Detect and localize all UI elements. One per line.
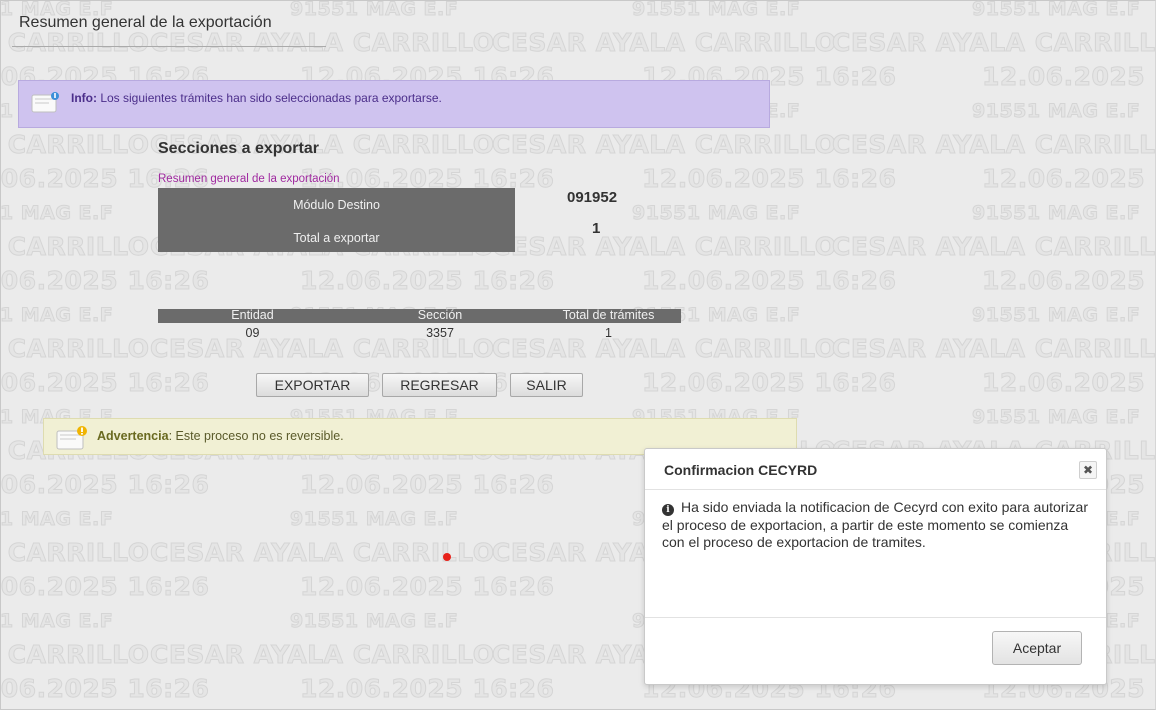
warning-message: Advertencia: Este proceso no es reversib… (97, 429, 344, 443)
column-header-seccion: Sección (417, 308, 463, 322)
page-title: Resumen general de la exportación (19, 14, 272, 31)
info-label: Info: (71, 91, 97, 105)
warning-label: Advertencia (97, 429, 169, 443)
summary-link[interactable]: Resumen general de la exportación (158, 173, 340, 185)
exportar-button[interactable]: EXPORTAR (256, 373, 369, 397)
dialog-message: i Ha sido enviada la notificacion de Cecy… (662, 499, 1094, 552)
total-exportar-label: Total a exportar (293, 231, 380, 245)
modulo-destino-value: 091952 (567, 189, 618, 206)
title-underline (12, 46, 326, 47)
table-cell-entidad: 09 (245, 326, 260, 340)
dialog-footer-divider (645, 617, 1106, 618)
cursor-marker (443, 553, 451, 561)
column-header-entidad: Entidad (231, 308, 274, 322)
dialog-message-text: Ha sido enviada la notificacion de Cecyr… (662, 499, 1089, 550)
table-header: Entidad Sección Total de trámites (158, 308, 681, 323)
dialog-header: Confirmacion CECYRD ✖ (645, 449, 1106, 490)
info-message: Info: Los siguientes trámites han sido s… (71, 91, 442, 105)
modulo-destino-label: Módulo Destino (293, 198, 380, 212)
speech-bubble-warning-icon (56, 424, 88, 452)
confirmation-dialog: Confirmacion CECYRD ✖ i Ha sido enviada l… (644, 448, 1107, 685)
info-circle-icon: i (662, 504, 674, 516)
aceptar-button[interactable]: Aceptar (992, 631, 1082, 665)
column-header-total-tramites: Total de trámites (562, 308, 655, 322)
sections-title: Secciones a exportar (158, 140, 319, 157)
info-text: Los siguientes trámites han sido selecci… (97, 91, 442, 105)
table-cell-total-tramites: 1 (605, 326, 612, 340)
warning-text: : Este proceso no es reversible. (168, 429, 344, 443)
export-summary-box: Módulo Destino Total a exportar (158, 188, 515, 252)
close-icon[interactable]: ✖ (1079, 461, 1097, 479)
info-box: Info: Los siguientes trámites han sido s… (18, 80, 770, 128)
salir-button[interactable]: SALIR (510, 373, 583, 397)
table-cell-seccion: 3357 (426, 326, 454, 340)
regresar-button[interactable]: REGRESAR (382, 373, 497, 397)
dialog-title: Confirmacion CECYRD (664, 462, 818, 478)
speech-bubble-icon (31, 91, 59, 115)
total-exportar-value: 1 (592, 220, 601, 237)
